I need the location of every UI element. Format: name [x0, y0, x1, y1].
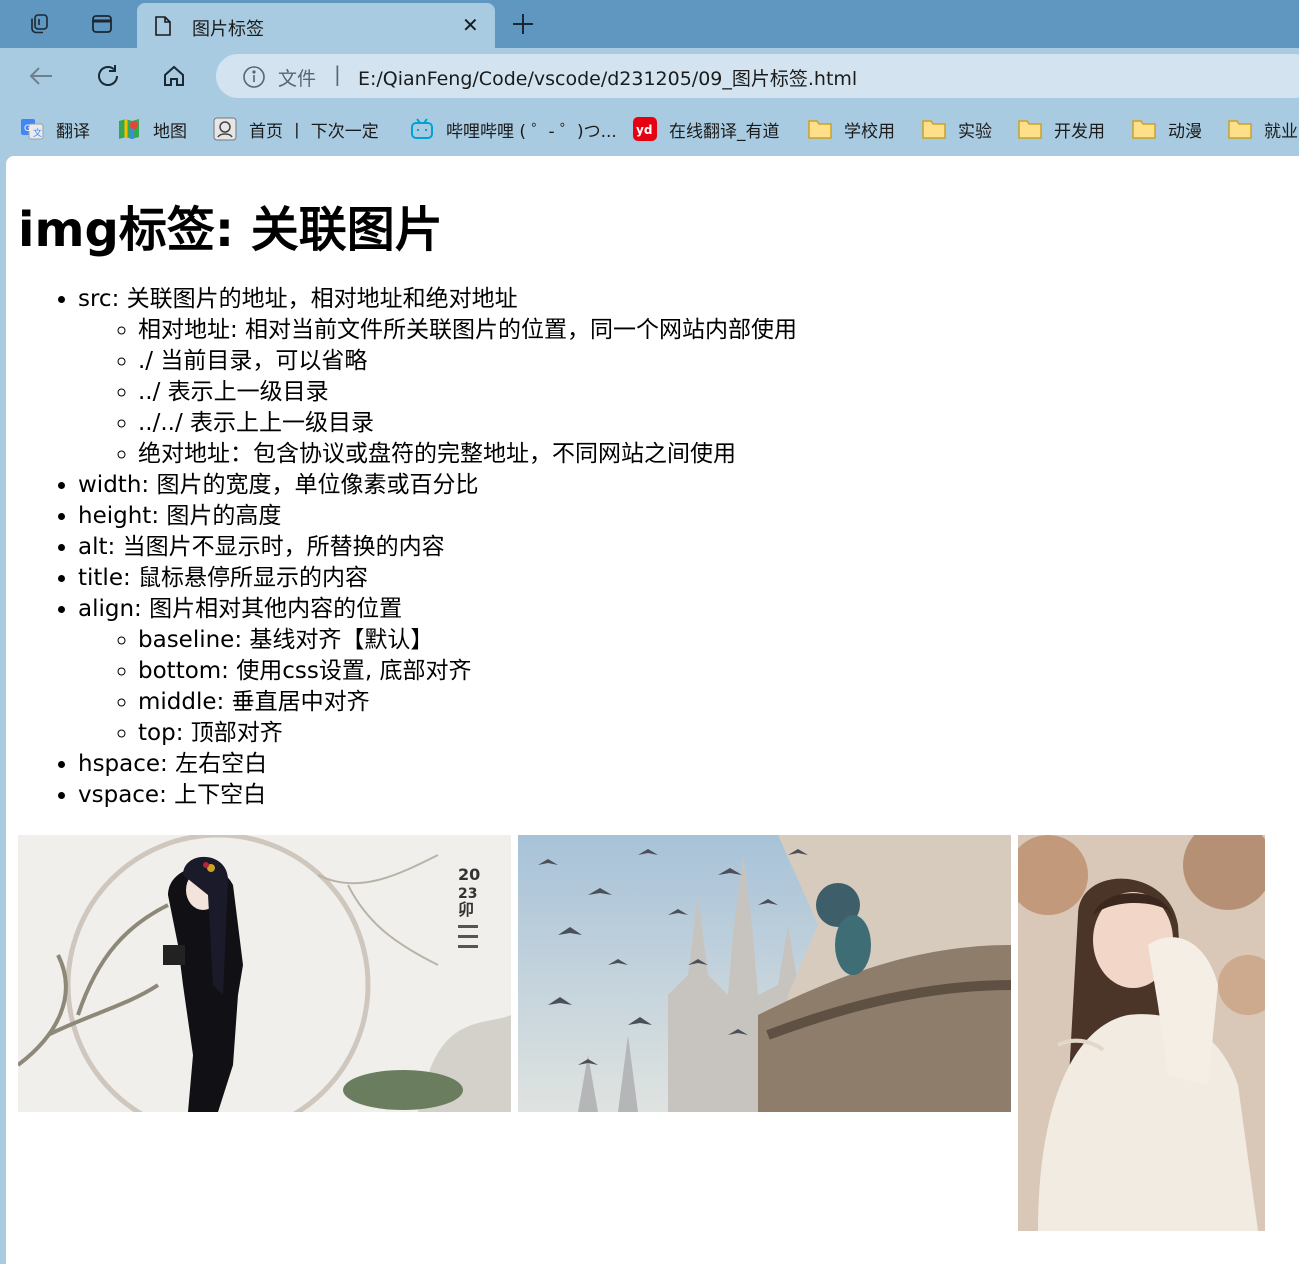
list-item-alt: alt: 当图片不显示时，所替换的内容: [78, 532, 797, 563]
document-icon: [154, 15, 172, 41]
bookmark-label: 学校用: [844, 121, 895, 142]
list-item: middle: 垂直居中对齐: [138, 687, 797, 718]
new-tab-button[interactable]: [507, 8, 539, 40]
bookmark-home[interactable]: 首页 丨 下次一定: [213, 116, 379, 142]
bookmark-label: 开发用: [1054, 121, 1105, 142]
address-url[interactable]: E:/QianFeng/Code/vscode/d231205/09_图片标签.…: [358, 64, 857, 91]
folder-icon: [1132, 117, 1156, 141]
folder-icon: [1018, 117, 1042, 141]
svg-text:G: G: [24, 124, 31, 134]
workspaces-icon[interactable]: [22, 8, 56, 40]
cathedral-birds-image: [518, 835, 1011, 1112]
list-item: bottom: 使用css设置, 底部对齐: [138, 656, 797, 687]
bookmark-folder-jobs[interactable]: 就业: [1228, 116, 1298, 142]
svg-text:卯: 卯: [458, 900, 474, 919]
bookmark-folder-school[interactable]: 学校用: [808, 116, 895, 142]
bookmark-label: 就业: [1264, 121, 1298, 142]
folder-icon: [922, 117, 946, 141]
bookmark-label: 首页 丨 下次一定: [249, 121, 379, 142]
attribute-list: src: 关联图片的地址，相对地址和绝对地址 相对地址: 相对当前文件所关联图片…: [18, 284, 797, 811]
bookmark-label: 哔哩哔哩 ( ゜- ゜)つ...: [446, 121, 617, 142]
list-item: baseline: 基线对齐【默认】: [138, 625, 797, 656]
page-heading: img标签: 关联图片: [18, 202, 443, 258]
list-item-hspace: hspace: 左右空白: [78, 749, 797, 780]
folder-icon: [808, 117, 832, 141]
refresh-button[interactable]: [90, 58, 126, 94]
list-item-src: src: 关联图片的地址，相对地址和绝对地址 相对地址: 相对当前文件所关联图片…: [78, 284, 797, 470]
google-translate-icon: G文: [20, 117, 44, 141]
bookmark-label: 翻译: [56, 121, 90, 142]
bookmark-label: 动漫: [1168, 121, 1202, 142]
bookmark-folder-dev[interactable]: 开发用: [1018, 116, 1105, 142]
info-icon[interactable]: [242, 65, 266, 93]
bilibili-icon: [410, 117, 434, 141]
bookmark-folder-anime[interactable]: 动漫: [1132, 116, 1202, 142]
back-button[interactable]: [23, 58, 59, 94]
address-separator: |: [334, 62, 341, 86]
active-tab[interactable]: 图片标签 ✕: [137, 3, 495, 48]
bookmark-label: 实验: [958, 121, 992, 142]
list-item: top: 顶部对齐: [138, 718, 797, 749]
list-item: ../../ 表示上上一级目录: [138, 408, 797, 439]
bookmark-bilibili[interactable]: 哔哩哔哩 ( ゜- ゜)つ...: [410, 116, 617, 142]
vertical-tabs-icon[interactable]: [85, 8, 119, 40]
list-item-vspace: vspace: 上下空白: [78, 780, 797, 811]
close-tab-icon[interactable]: ✕: [462, 14, 479, 36]
anime-girl-image: 20 23 卯: [18, 835, 511, 1112]
address-bar[interactable]: 文件 | E:/QianFeng/Code/vscode/d231205/09_…: [216, 54, 1299, 98]
list-item: ./ 当前目录，可以省略: [138, 346, 797, 377]
bookmark-translate[interactable]: G文 翻译: [20, 116, 90, 142]
bookmarks-bar: G文 翻译 地图 首页 丨 下次一定 哔哩哔哩 ( ゜- ゜)つ... yd 在…: [0, 104, 1299, 154]
list-item: ../ 表示上一级目录: [138, 377, 797, 408]
youdao-icon: yd: [633, 117, 657, 141]
svg-text:yd: yd: [636, 123, 652, 137]
folder-icon: [1228, 117, 1252, 141]
list-item: 绝对地址：包含协议或盘符的完整地址，不同网站之间使用: [138, 439, 797, 470]
page-content: img标签: 关联图片 src: 关联图片的地址，相对地址和绝对地址 相对地址:…: [6, 156, 1299, 1264]
avatar-icon: [213, 117, 237, 141]
list-item: 相对地址: 相对当前文件所关联图片的位置，同一个网站内部使用: [138, 315, 797, 346]
bookmark-folder-experiment[interactable]: 实验: [922, 116, 992, 142]
bookmark-label: 地图: [153, 121, 187, 142]
tab-title: 图片标签: [192, 19, 264, 40]
bookmark-label: 在线翻译_有道: [669, 121, 780, 142]
list-item-align: align: 图片相对其他内容的位置 baseline: 基线对齐【默认】 bo…: [78, 594, 797, 749]
list-item-text: src: 关联图片的地址，相对地址和绝对地址: [78, 286, 518, 312]
svg-text:文: 文: [33, 127, 42, 139]
bookmark-maps[interactable]: 地图: [117, 116, 187, 142]
list-item-width: width: 图片的宽度，单位像素或百分比: [78, 470, 797, 501]
svg-text:20: 20: [458, 865, 480, 884]
list-item-text: align: 图片相对其他内容的位置: [78, 596, 403, 622]
tab-strip: 图片标签 ✕: [0, 0, 1299, 48]
bookmark-youdao[interactable]: yd 在线翻译_有道: [633, 116, 780, 142]
list-item-title: title: 鼠标悬停所显示的内容: [78, 563, 797, 594]
girl-sweater-image: [1018, 835, 1265, 1231]
address-scheme: 文件: [278, 68, 317, 90]
toolbar: 文件 | E:/QianFeng/Code/vscode/d231205/09_…: [0, 48, 1299, 104]
maps-icon: [117, 117, 141, 141]
home-button[interactable]: [156, 58, 192, 94]
list-item-height: height: 图片的高度: [78, 501, 797, 532]
